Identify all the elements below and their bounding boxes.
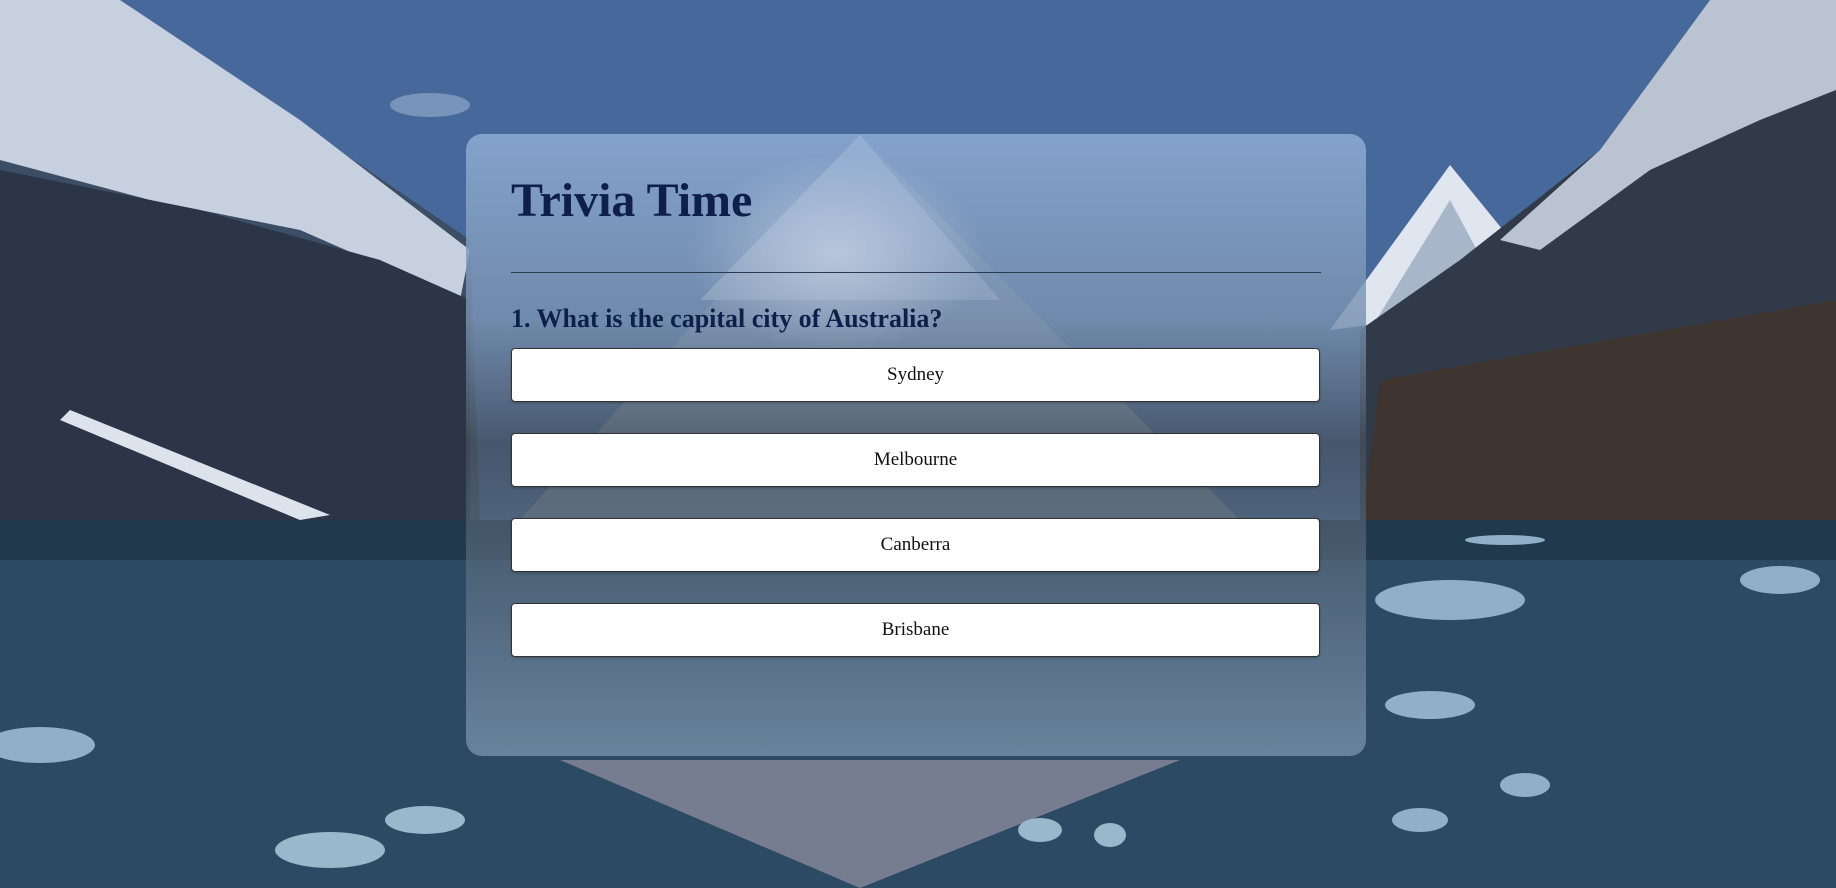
title-divider	[511, 271, 1321, 273]
page-title: Trivia Time	[511, 174, 753, 227]
answer-options: Sydney Melbourne Canberra Brisbane	[511, 347, 1321, 657]
question-text: 1. What is the capital city of Australia…	[511, 303, 943, 333]
background-landscape: Trivia Time 1. What is the capital city …	[0, 0, 1836, 888]
answer-option-brisbane[interactable]: Brisbane	[511, 602, 1320, 657]
answer-option-melbourne[interactable]: Melbourne	[511, 432, 1320, 487]
answer-option-canberra[interactable]: Canberra	[511, 517, 1320, 572]
quiz-card: Trivia Time 1. What is the capital city …	[466, 134, 1366, 756]
answer-option-sydney[interactable]: Sydney	[511, 347, 1320, 402]
